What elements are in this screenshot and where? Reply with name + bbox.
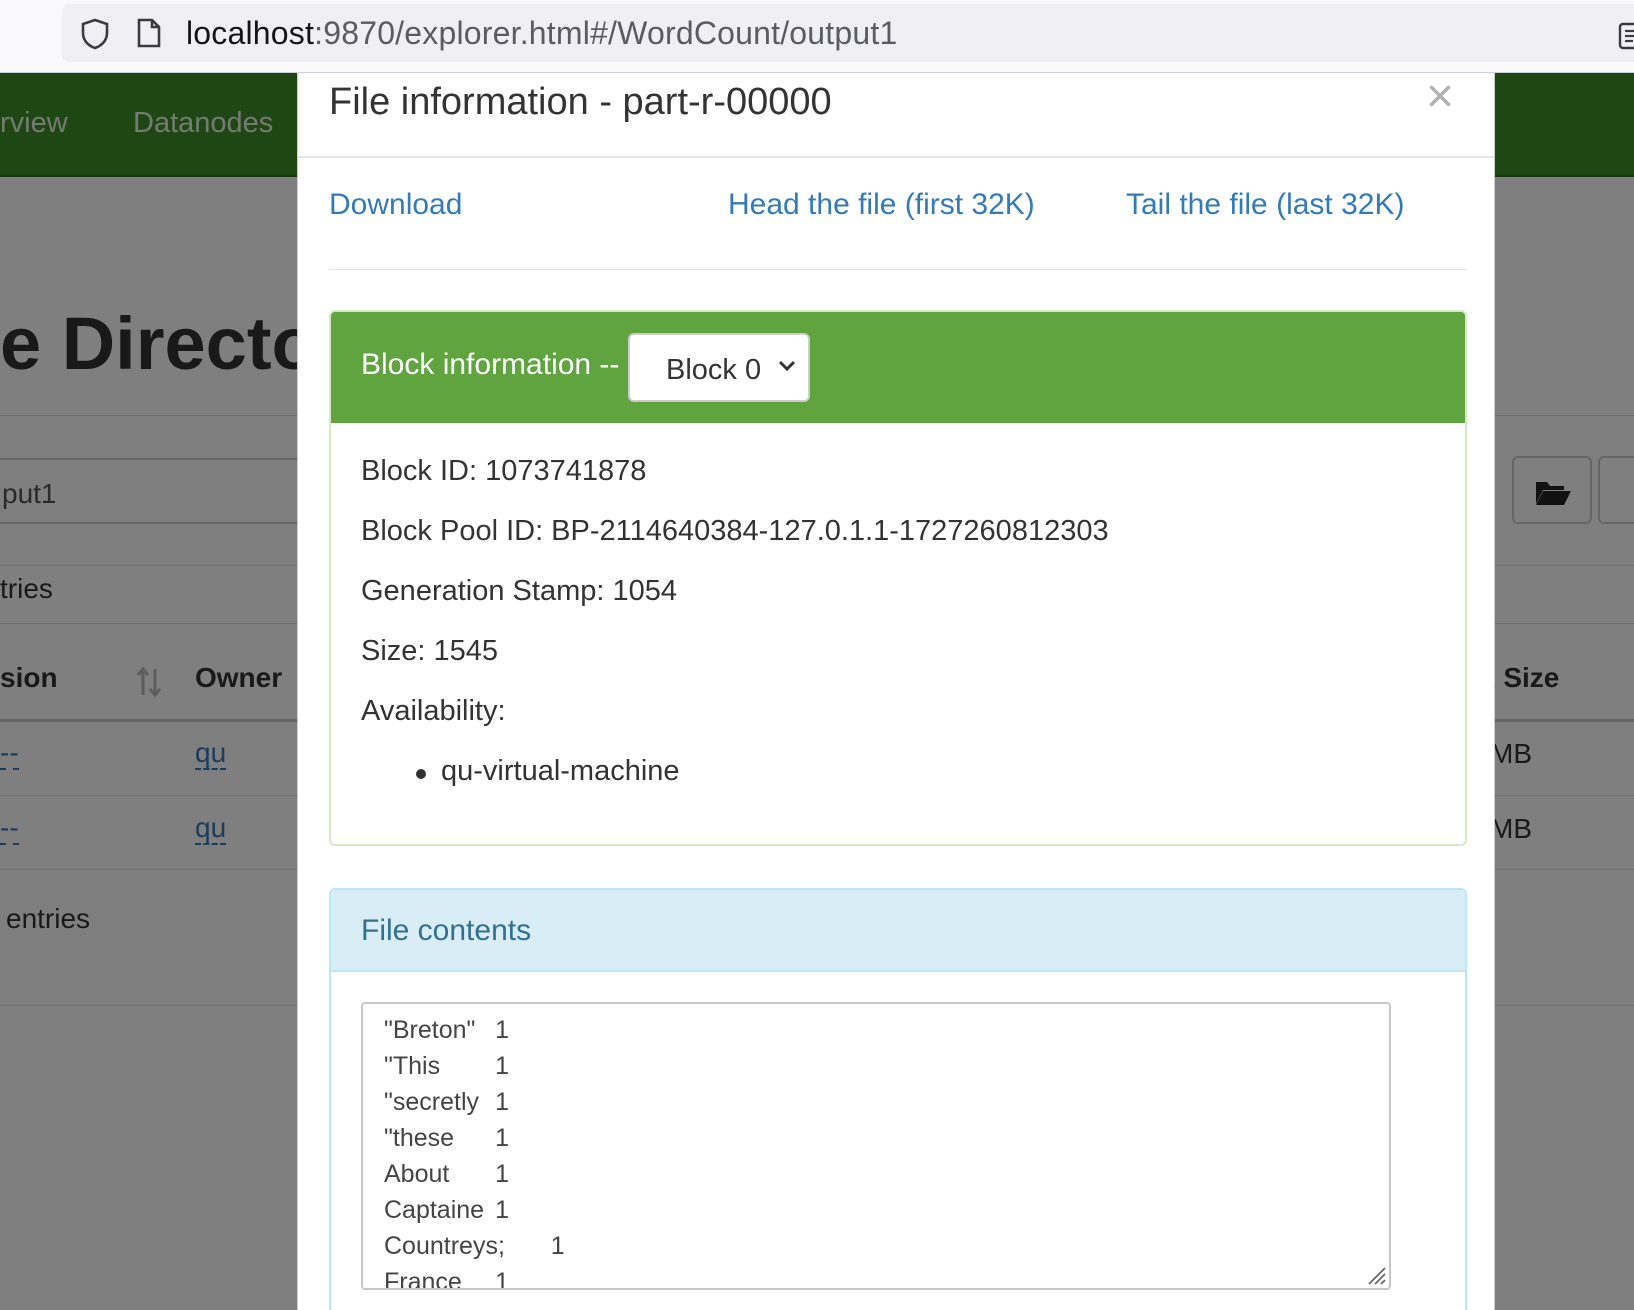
block-select-value: Block 0 — [666, 354, 762, 386]
generation-stamp: Generation Stamp: 1054 — [361, 575, 677, 607]
file-contents-textarea[interactable]: "Breton" 1 "This 1 "secretly 1 "these 1 … — [361, 1002, 1391, 1290]
url-host: localhost — [186, 15, 315, 51]
address-bar[interactable]: localhost:9870/explorer.html#/WordCount/… — [62, 4, 1634, 62]
resize-handle-icon[interactable] — [1365, 1264, 1387, 1286]
url-path: :9870/explorer.html#/WordCount/output1 — [314, 15, 898, 51]
file-actions: Download Head the file (first 32K) Tail … — [329, 188, 1467, 248]
tail-file-link[interactable]: Tail the file (last 32K) — [1126, 188, 1404, 222]
block-id: Block ID: 1073741878 — [361, 455, 647, 487]
content-line: "secretly 1 — [384, 1088, 510, 1116]
browser-toolbar: localhost:9870/explorer.html#/WordCount/… — [0, 0, 1634, 73]
availability-host: qu-virtual-machine — [441, 755, 680, 787]
content-line: "This 1 — [384, 1052, 510, 1080]
head-file-link[interactable]: Head the file (first 32K) — [728, 188, 1035, 222]
content-line: France 1 — [384, 1268, 510, 1290]
list-bullet — [416, 769, 426, 779]
block-info-heading: Block information -- Block 0 — [331, 312, 1465, 423]
download-link[interactable]: Download — [329, 188, 462, 222]
block-size: Size: 1545 — [361, 635, 499, 667]
content-line: Countreys; 1 — [384, 1232, 565, 1260]
block-select[interactable]: Block 0 — [628, 333, 810, 402]
url-text[interactable]: localhost:9870/explorer.html#/WordCount/… — [186, 16, 897, 50]
divider — [329, 269, 1467, 270]
content-line: Captaine 1 — [384, 1196, 510, 1224]
file-contents-heading-label: File contents — [361, 914, 532, 947]
modal-title: File information - part-r-00000 — [329, 81, 832, 123]
shield-icon[interactable] — [80, 18, 110, 50]
content-line: "these 1 — [384, 1124, 510, 1152]
block-pool-id: Block Pool ID: BP-2114640384-127.0.1.1-1… — [361, 515, 1109, 547]
reader-view-icon[interactable] — [1618, 22, 1634, 50]
file-contents-panel: File contents "Breton" 1 "This 1 "secret… — [329, 888, 1467, 1310]
block-info-panel: Block information -- Block 0 Block ID: 1… — [329, 310, 1467, 846]
page-icon — [137, 18, 161, 48]
block-info-heading-label: Block information -- — [361, 348, 620, 381]
availability-label: Availability: — [361, 695, 506, 727]
close-button[interactable]: × — [1426, 73, 1454, 121]
content-line: "Breton" 1 — [384, 1016, 510, 1044]
chevron-down-icon — [778, 360, 796, 372]
file-info-modal: File information - part-r-00000 × Downlo… — [297, 73, 1495, 1310]
file-contents-heading: File contents — [331, 890, 1465, 972]
content-line: About 1 — [384, 1160, 510, 1188]
modal-header: File information - part-r-00000 × — [298, 73, 1494, 158]
